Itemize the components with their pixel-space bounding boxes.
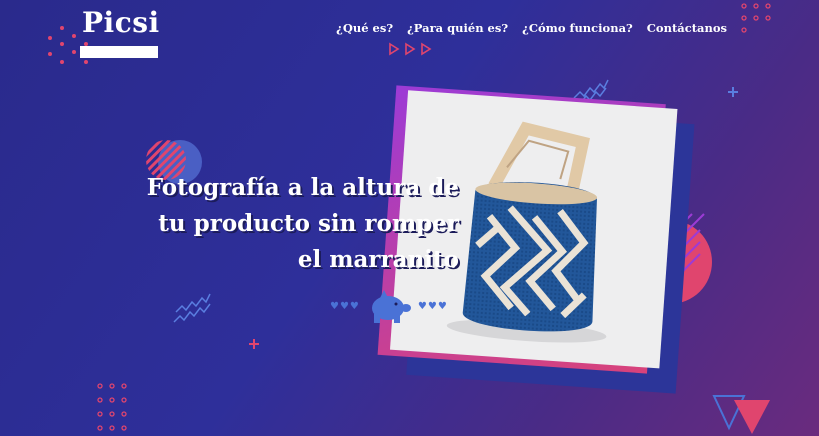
piggy-bank-icon	[371, 290, 411, 323]
triangle-icon	[712, 395, 770, 434]
main-nav: ¿Qué es? ¿Para quién es? ¿Cómo funciona?…	[336, 21, 727, 35]
hero-title-line-1: Fotografía a la altura de	[146, 174, 459, 201]
nav-item-que-es[interactable]: ¿Qué es?	[336, 21, 393, 35]
piggy-bank-row: ♥♥♥ ♥♥♥	[330, 288, 448, 324]
plus-icon	[249, 339, 259, 349]
hero-title-line-3: el marranito	[297, 246, 459, 273]
play-arrows-icon	[389, 42, 432, 56]
zigzag-icon	[173, 293, 211, 323]
nav-item-contacto[interactable]: Contáctanos	[647, 21, 727, 35]
plus-icon	[728, 87, 738, 97]
nav-item-como-funciona[interactable]: ¿Cómo funciona?	[522, 21, 633, 35]
dot-grid-icon	[97, 383, 127, 431]
hearts-right: ♥♥♥	[417, 300, 448, 312]
hero-title-line-2: tu producto sin romper	[158, 210, 459, 237]
logo-underline	[80, 46, 158, 58]
dot-grid-icon	[741, 3, 771, 33]
hero-title: Fotografía a la altura de tu producto si…	[119, 170, 459, 278]
hearts-left: ♥♥♥	[330, 300, 360, 312]
nav-item-para-quien[interactable]: ¿Para quién es?	[407, 21, 508, 35]
logo-text: Picsi	[82, 6, 160, 39]
logo[interactable]: Picsi	[80, 6, 160, 60]
